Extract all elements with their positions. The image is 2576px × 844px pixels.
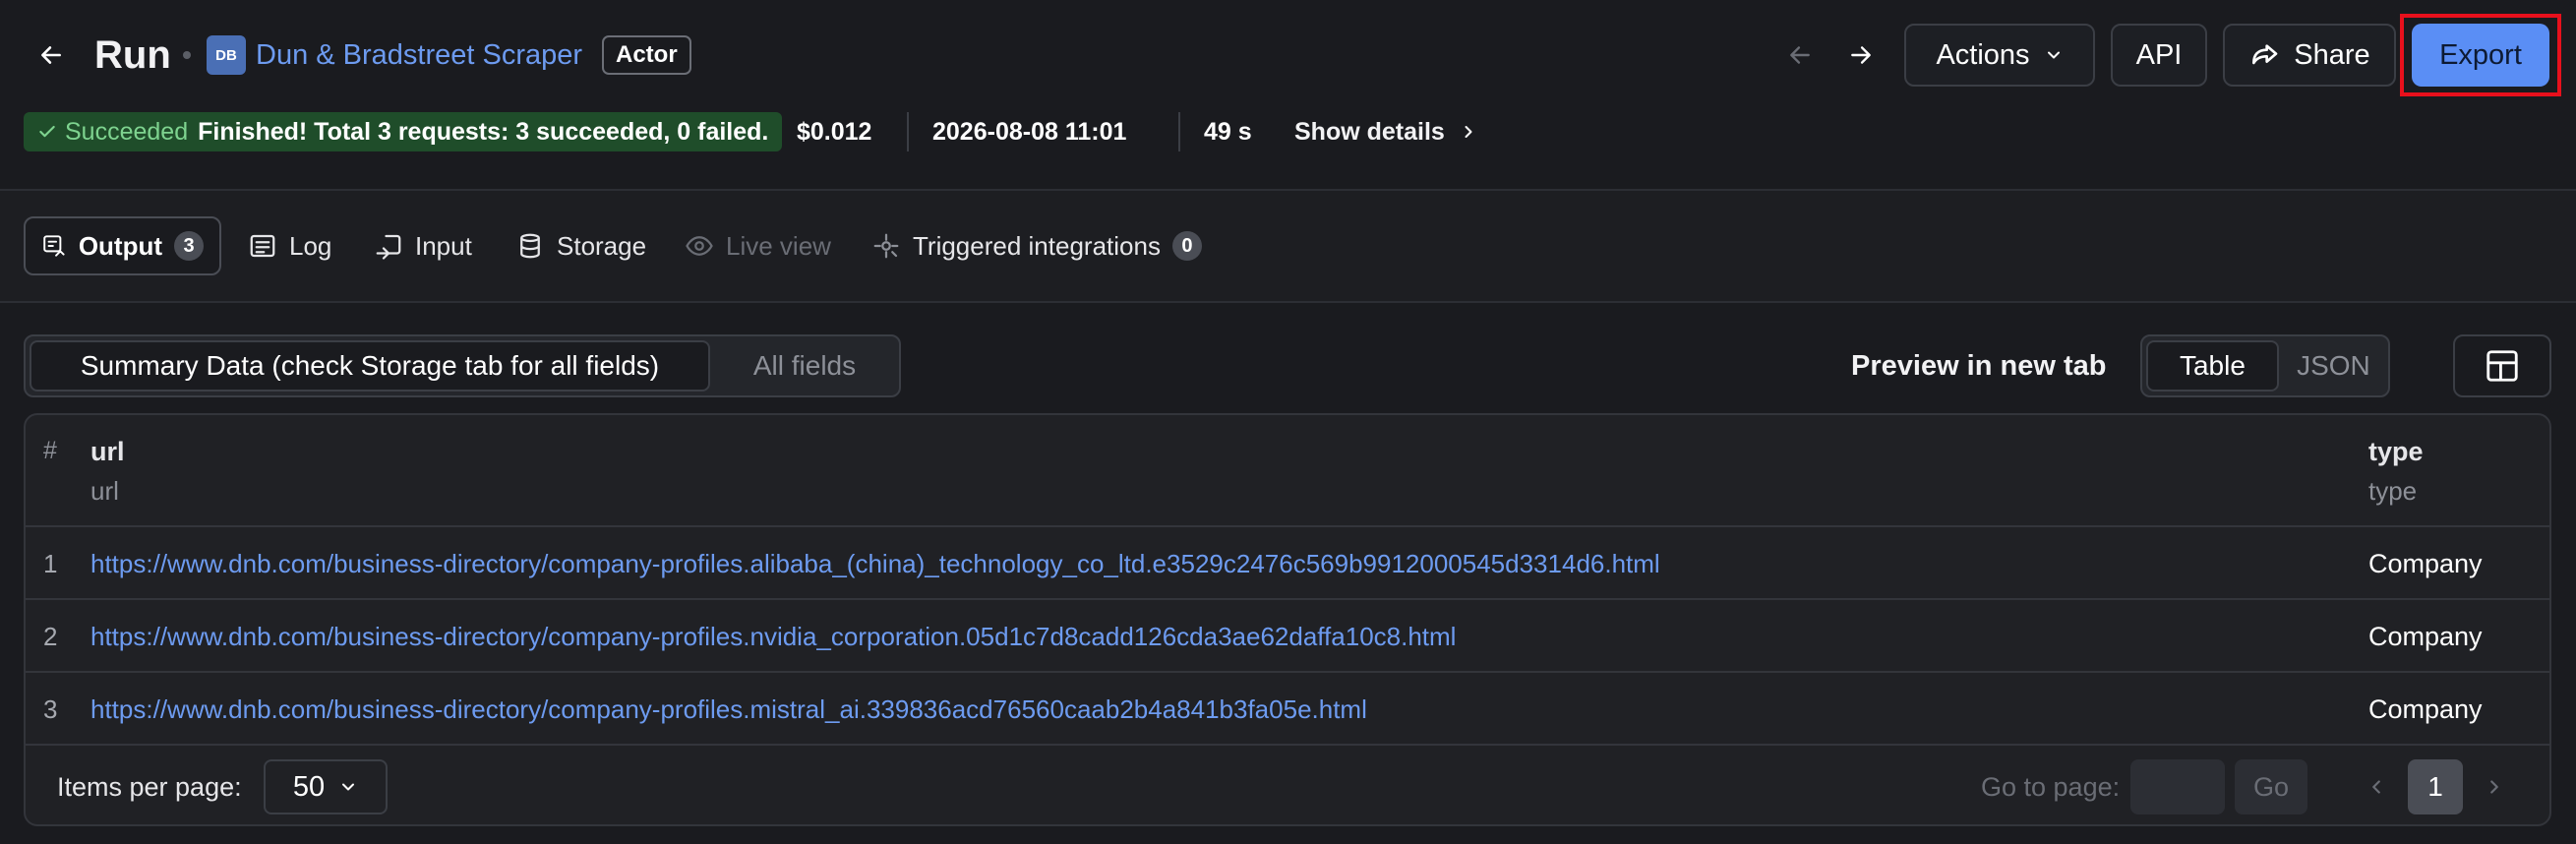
api-button[interactable]: API	[2111, 24, 2207, 87]
go-button[interactable]: Go	[2235, 759, 2307, 814]
column-header-index: #	[43, 437, 57, 464]
items-per-page-label: Items per page:	[57, 772, 242, 802]
arrow-left-icon	[41, 46, 61, 64]
previous-run-button[interactable]	[1780, 35, 1820, 75]
show-details-label: Show details	[1294, 117, 1445, 146]
tab-storage-label: Storage	[557, 230, 647, 261]
tab-triggered-integrations-label: Triggered integrations	[913, 230, 1161, 261]
check-icon	[39, 125, 55, 138]
results-table: # url url type type 1 https://www.dnb.co…	[24, 413, 2551, 826]
run-start-time: 2026-08-08 11:01	[932, 118, 1127, 146]
chevron-right-icon	[2490, 780, 2498, 794]
database-icon	[520, 233, 540, 259]
layout-toggle-button[interactable]	[2453, 334, 2551, 397]
layout-panel-icon	[2486, 350, 2518, 382]
output-count-badge: 3	[174, 231, 204, 261]
actor-logo: DB	[207, 35, 246, 75]
tab-input-label: Input	[415, 230, 472, 261]
row-index: 1	[43, 549, 58, 578]
row-type: Company	[2368, 694, 2483, 724]
actions-button[interactable]: Actions	[1904, 24, 2095, 87]
current-page-button[interactable]: 1	[2408, 759, 2463, 814]
items-per-page-select[interactable]: 50	[264, 759, 388, 814]
go-to-page-input[interactable]	[2130, 759, 2225, 814]
table-footer: Items per page: 50 Go to page: Go 1	[26, 746, 2549, 824]
tab-input[interactable]: Input	[358, 216, 488, 275]
divider	[1178, 112, 1180, 151]
row-url-link[interactable]: https://www.dnb.com/business-directory/c…	[90, 600, 1456, 673]
show-details-button[interactable]: Show details	[1294, 112, 1478, 151]
api-label: API	[2135, 38, 2183, 71]
row-type: Company	[2368, 549, 2483, 578]
output-icon	[43, 235, 65, 257]
chevron-left-icon	[2372, 780, 2380, 794]
integrations-icon	[873, 233, 899, 259]
actions-label: Actions	[1936, 38, 2030, 71]
actor-badge: Actor	[602, 35, 691, 75]
row-url-link[interactable]: https://www.dnb.com/business-directory/c…	[90, 673, 1367, 746]
page-title: Run	[94, 33, 171, 77]
tab-output[interactable]: Output 3	[24, 216, 221, 275]
field-view-switcher: Summary Data (check Storage tab for all …	[24, 334, 901, 397]
format-switcher: Table JSON	[2140, 334, 2390, 397]
json-option[interactable]: JSON	[2283, 340, 2384, 392]
table-row: 2 https://www.dnb.com/business-directory…	[26, 600, 2549, 673]
summary-data-option[interactable]: Summary Data (check Storage tab for all …	[30, 340, 710, 392]
tab-live-view-label: Live view	[726, 230, 831, 261]
arrow-right-icon	[1851, 46, 1871, 64]
actor-name-link[interactable]: Dun & Bradstreet Scraper	[256, 35, 582, 75]
run-cost: $0.012	[797, 118, 872, 146]
table-option[interactable]: Table	[2146, 340, 2279, 392]
log-icon	[250, 234, 275, 258]
chevron-down-icon	[342, 783, 355, 791]
divider	[0, 189, 2576, 191]
run-duration: 49 s	[1204, 118, 1252, 146]
chevron-right-icon	[1465, 126, 1472, 138]
tab-storage[interactable]: Storage	[500, 216, 662, 275]
row-type: Company	[2368, 622, 2483, 651]
previous-page-button[interactable]	[2357, 767, 2396, 807]
back-button[interactable]	[31, 35, 71, 75]
tab-triggered-integrations[interactable]: Triggered integrations 0	[856, 216, 1218, 275]
table-header: # url url type type	[26, 415, 2549, 527]
eye-icon	[686, 236, 713, 256]
status-badge: Succeeded Finished! Total 3 requests: 3 …	[24, 112, 783, 151]
share-icon	[2252, 44, 2278, 65]
all-fields-option[interactable]: All fields	[714, 340, 895, 392]
tab-log[interactable]: Log	[232, 216, 347, 275]
table-row: 1 https://www.dnb.com/business-directory…	[26, 527, 2549, 600]
row-index: 2	[43, 622, 58, 651]
table-row: 3 https://www.dnb.com/business-directory…	[26, 673, 2549, 746]
share-label: Share	[2294, 38, 2370, 71]
column-header-type[interactable]: type	[2368, 437, 2424, 467]
preview-in-new-tab-link[interactable]: Preview in new tab	[1851, 346, 2106, 386]
divider	[0, 301, 2576, 303]
next-run-button[interactable]	[1841, 35, 1881, 75]
row-index: 3	[43, 694, 58, 724]
title-separator-dot	[183, 51, 191, 59]
input-icon	[376, 234, 401, 260]
items-per-page-value: 50	[292, 770, 326, 803]
tab-log-label: Log	[289, 230, 332, 261]
column-header-url[interactable]: url	[90, 437, 125, 467]
tab-output-label: Output	[78, 230, 162, 261]
row-url-link[interactable]: https://www.dnb.com/business-directory/c…	[90, 527, 1660, 600]
column-subheader-type: type	[2368, 476, 2418, 506]
chevron-down-icon	[2047, 51, 2060, 59]
integrations-count-badge: 0	[1171, 231, 1202, 261]
export-button[interactable]: Export	[2412, 24, 2549, 87]
divider	[907, 112, 909, 151]
next-page-button[interactable]	[2475, 767, 2514, 807]
arrow-left-icon	[1790, 46, 1810, 64]
status-state-label: Succeeded	[65, 117, 189, 146]
tab-live-view[interactable]: Live view	[669, 216, 847, 275]
column-subheader-url: url	[90, 476, 119, 506]
share-button[interactable]: Share	[2223, 24, 2396, 87]
status-state: Succeeded	[37, 118, 188, 147]
status-message: Finished! Total 3 requests: 3 succeeded,…	[198, 117, 769, 146]
go-to-page-label: Go to page:	[1981, 772, 2121, 802]
